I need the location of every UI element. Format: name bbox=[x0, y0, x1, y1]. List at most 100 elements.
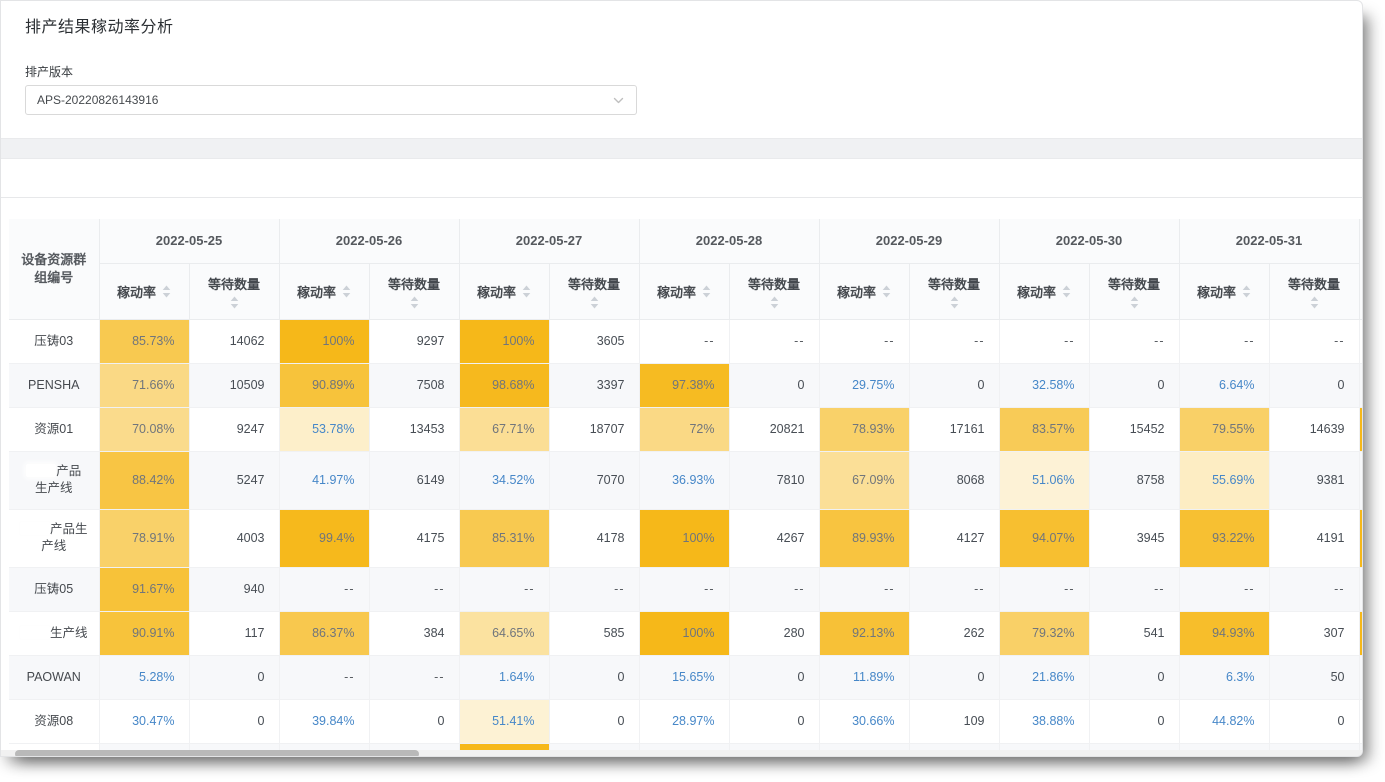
rate-cell: 70.08% bbox=[99, 407, 189, 451]
redaction-patch bbox=[20, 522, 50, 535]
wait-cell: 50 bbox=[1269, 655, 1359, 699]
rate-cell: 29.75% bbox=[819, 363, 909, 407]
wait-cell: 0 bbox=[369, 699, 459, 743]
rate-sort-header[interactable]: 稼动率 bbox=[459, 263, 549, 319]
resource-group-name: 压铸05 bbox=[9, 567, 99, 611]
corner-header: 设备资源群组编号 bbox=[9, 219, 99, 319]
rate-cell: -- bbox=[279, 655, 369, 699]
wait-sort-header[interactable]: 等待数量 bbox=[189, 263, 279, 319]
table-row: PENSHA71.66%1050990.89%750898.68%339797.… bbox=[9, 363, 1362, 407]
rate-cell: 21.86% bbox=[999, 655, 1089, 699]
rate-cell: 86.37% bbox=[279, 611, 369, 655]
rate-cell: -- bbox=[459, 567, 549, 611]
wait-cell: 0 bbox=[189, 655, 279, 699]
wait-sort-header[interactable]: 等待数量 bbox=[1089, 263, 1179, 319]
sort-icon[interactable] bbox=[1242, 285, 1251, 298]
rate-cell bbox=[1179, 743, 1269, 750]
rate-cell: 51.41% bbox=[459, 699, 549, 743]
wait-sort-header[interactable]: 等待数量 bbox=[909, 263, 999, 319]
wait-sort-header[interactable]: 等待数量 bbox=[1269, 263, 1359, 319]
clipped-edge-cell bbox=[1359, 699, 1362, 743]
wait-cell: 940 bbox=[189, 567, 279, 611]
wait-sort-header[interactable]: 等待数量 bbox=[369, 263, 459, 319]
sort-icon[interactable] bbox=[590, 296, 599, 309]
rate-cell: 100% bbox=[279, 319, 369, 363]
date-header-2022-05-29: 2022-05-29 bbox=[819, 219, 999, 263]
wait-cell: 9297 bbox=[369, 319, 459, 363]
rate-cell: 83.57% bbox=[999, 407, 1089, 451]
wait-cell: 0 bbox=[1089, 363, 1179, 407]
horizontal-scrollbar[interactable] bbox=[1, 750, 1362, 757]
wait-cell: 541 bbox=[1089, 611, 1179, 655]
page-title: 排产结果稼动率分析 bbox=[25, 13, 174, 37]
rate-cell: -- bbox=[999, 319, 1089, 363]
wait-cell: 0 bbox=[1269, 363, 1359, 407]
sort-icon[interactable] bbox=[1062, 285, 1071, 298]
version-select[interactable]: APS-20220826143916 bbox=[25, 85, 637, 115]
sort-icon[interactable] bbox=[1130, 296, 1139, 309]
rate-cell: -- bbox=[639, 567, 729, 611]
sort-icon[interactable] bbox=[950, 296, 959, 309]
rate-cell bbox=[279, 743, 369, 750]
wait-cell: -- bbox=[909, 567, 999, 611]
rate-sort-header[interactable]: 稼动率 bbox=[1179, 263, 1269, 319]
wait-cell bbox=[1089, 743, 1179, 750]
rate-cell: -- bbox=[819, 319, 909, 363]
wait-cell: 0 bbox=[549, 655, 639, 699]
rate-cell: 39.84% bbox=[279, 699, 369, 743]
rate-cell: 85.31% bbox=[459, 509, 549, 567]
table-row: 生产线90.91%11786.37%38464.65%585100%28092.… bbox=[9, 611, 1362, 655]
rate-cell: 88.42% bbox=[99, 451, 189, 509]
rate-cell bbox=[99, 743, 189, 750]
rate-cell: 90.91% bbox=[99, 611, 189, 655]
rate-cell: -- bbox=[999, 567, 1089, 611]
sort-icon[interactable] bbox=[342, 285, 351, 298]
rate-cell: 55.69% bbox=[1179, 451, 1269, 509]
rate-cell: 78.91% bbox=[99, 509, 189, 567]
horizontal-scrollbar-thumb[interactable] bbox=[15, 750, 419, 757]
date-header-2022-05-25: 2022-05-25 bbox=[99, 219, 279, 263]
wait-cell: 0 bbox=[909, 363, 999, 407]
rate-sort-header[interactable]: 稼动率 bbox=[639, 263, 729, 319]
wait-sort-header[interactable]: 等待数量 bbox=[549, 263, 639, 319]
wait-cell: -- bbox=[549, 567, 639, 611]
resource-group-name: 产品生产线 bbox=[9, 451, 99, 509]
rate-cell: 6.3% bbox=[1179, 655, 1269, 699]
rate-cell bbox=[459, 743, 549, 750]
rate-sort-header[interactable]: 稼动率 bbox=[279, 263, 369, 319]
table-row: 压铸0385.73%14062100%9297100%3605---------… bbox=[9, 319, 1362, 363]
sort-icon[interactable] bbox=[230, 296, 239, 309]
rate-cell: 30.66% bbox=[819, 699, 909, 743]
clipped-edge-cell bbox=[1359, 319, 1362, 363]
wait-cell: -- bbox=[729, 567, 819, 611]
wait-cell bbox=[909, 743, 999, 750]
sort-icon[interactable] bbox=[522, 285, 531, 298]
chevron-down-icon bbox=[612, 94, 625, 107]
resource-group-name: 产品生产线 bbox=[9, 509, 99, 567]
sort-icon[interactable] bbox=[702, 285, 711, 298]
wait-cell: 20821 bbox=[729, 407, 819, 451]
rate-cell: 64.65% bbox=[459, 611, 549, 655]
sort-icon[interactable] bbox=[882, 285, 891, 298]
wait-cell: 0 bbox=[729, 655, 819, 699]
sort-icon[interactable] bbox=[410, 296, 419, 309]
table-row: PAOWAN5.28%0----1.64%015.65%011.89%021.8… bbox=[9, 655, 1362, 699]
table-row: 资源0170.08%924753.78%1345367.71%1870772%2… bbox=[9, 407, 1362, 451]
wait-cell: -- bbox=[1089, 567, 1179, 611]
wait-cell: 8758 bbox=[1089, 451, 1179, 509]
wait-cell: 15452 bbox=[1089, 407, 1179, 451]
rate-sort-header[interactable]: 稼动率 bbox=[999, 263, 1089, 319]
wait-sort-header[interactable]: 等待数量 bbox=[729, 263, 819, 319]
utilization-table: 设备资源群组编号2022-05-252022-05-262022-05-2720… bbox=[9, 219, 1362, 750]
sort-icon[interactable] bbox=[770, 296, 779, 309]
sort-icon[interactable] bbox=[162, 285, 171, 298]
wait-cell: 17161 bbox=[909, 407, 999, 451]
sort-icon[interactable] bbox=[1310, 296, 1319, 309]
wait-cell bbox=[1269, 743, 1359, 750]
wait-cell: 0 bbox=[909, 655, 999, 699]
wait-cell: 0 bbox=[1089, 699, 1179, 743]
wait-cell: 0 bbox=[549, 699, 639, 743]
rate-cell: 72% bbox=[639, 407, 729, 451]
rate-sort-header[interactable]: 稼动率 bbox=[819, 263, 909, 319]
rate-sort-header[interactable]: 稼动率 bbox=[99, 263, 189, 319]
